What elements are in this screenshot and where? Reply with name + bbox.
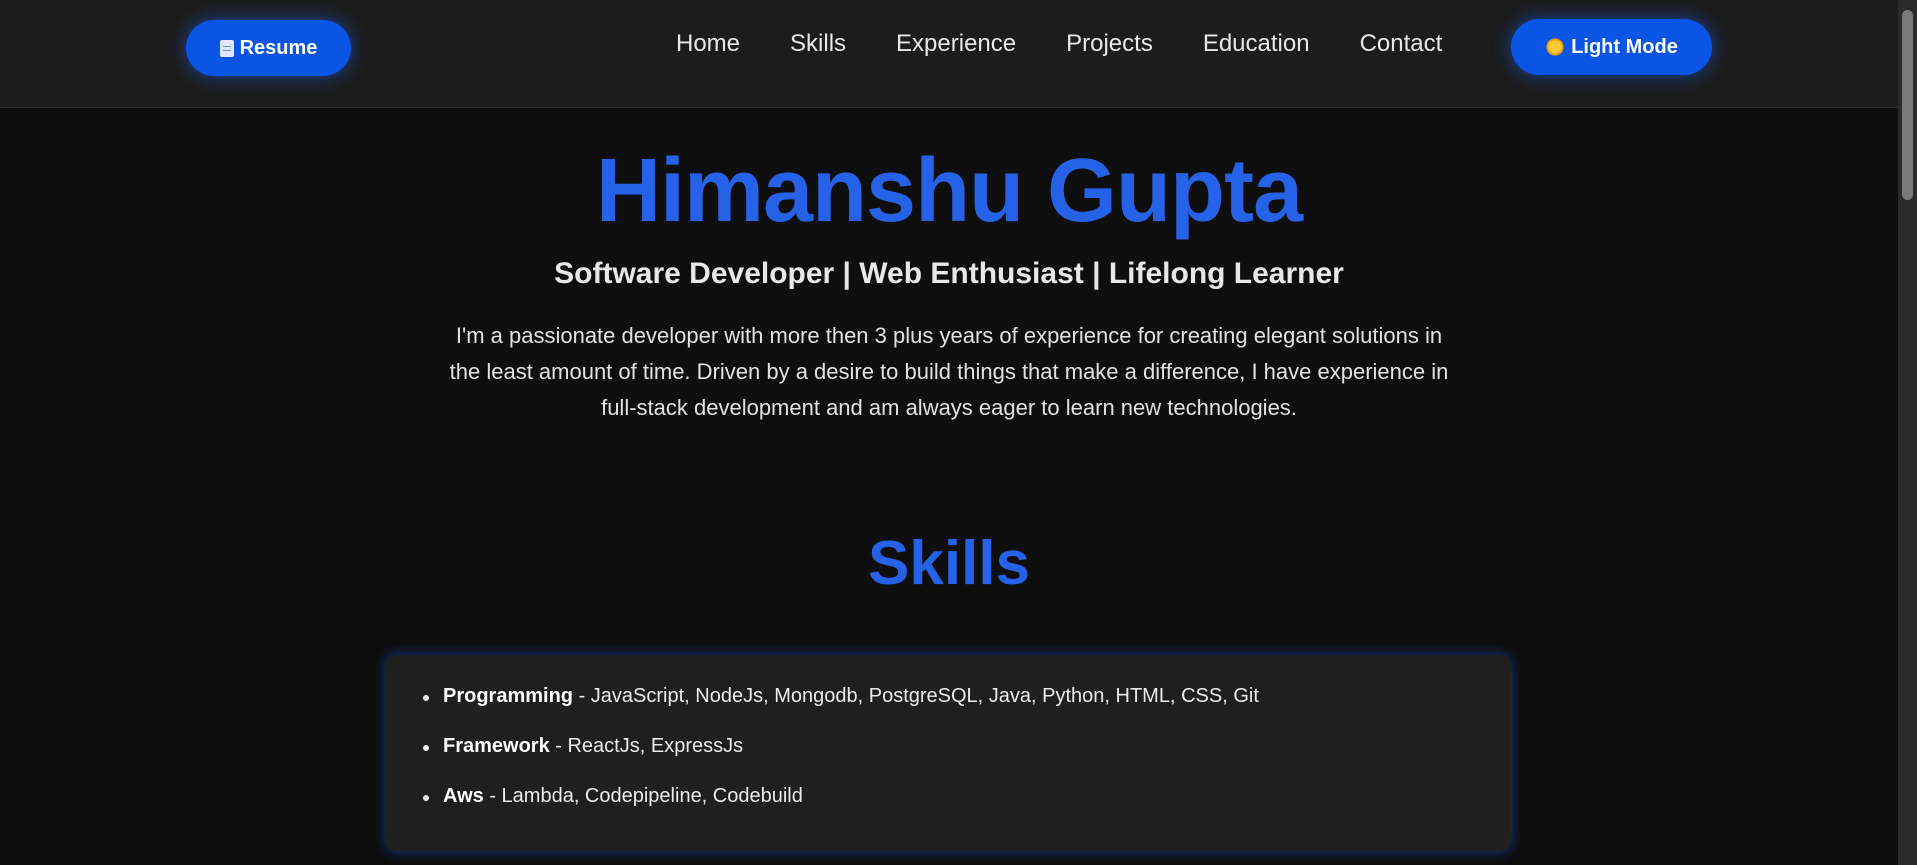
nav-link-experience[interactable]: Experience bbox=[896, 30, 1016, 58]
skill-item-programming: Programming - JavaScript, NodeJs, Mongod… bbox=[423, 685, 1481, 735]
nav-link-contact[interactable]: Contact bbox=[1360, 30, 1443, 58]
resume-button-label: Resume bbox=[239, 36, 318, 59]
nav-link-home[interactable]: Home bbox=[676, 30, 740, 58]
scrollbar-thumb[interactable] bbox=[1902, 10, 1913, 200]
skill-category: Framework bbox=[443, 735, 550, 757]
skill-item-framework: Framework - ReactJs, ExpressJs bbox=[423, 735, 1481, 785]
skill-values: - Lambda, Codepipeline, Codebuild bbox=[483, 785, 803, 807]
light-mode-button-label: Light Mode bbox=[1571, 35, 1678, 58]
skill-values: - ReactJs, ExpressJs bbox=[549, 735, 744, 757]
hero-tagline: Software Developer | Web Enthusiast | Li… bbox=[554, 257, 1344, 290]
skills-card: Programming - JavaScript, NodeJs, Mongod… bbox=[386, 655, 1511, 851]
hero-bio: I'm a passionate developer with more the… bbox=[449, 323, 1449, 420]
nav-link-projects[interactable]: Projects bbox=[1066, 30, 1153, 58]
skill-category: Programming bbox=[443, 685, 574, 707]
sun-icon bbox=[1545, 37, 1566, 57]
skill-category: Aws bbox=[443, 785, 484, 807]
resume-button[interactable]: Resume bbox=[186, 20, 351, 76]
nav-link-skills[interactable]: Skills bbox=[790, 30, 846, 58]
light-mode-button[interactable]: Light Mode bbox=[1511, 19, 1712, 75]
skill-values: - JavaScript, NodeJs, Mongodb, PostgreSQ… bbox=[573, 685, 1259, 707]
skills-list: Programming - JavaScript, NodeJs, Mongod… bbox=[423, 685, 1481, 835]
skills-title: Skills bbox=[868, 529, 1030, 598]
document-icon bbox=[219, 39, 234, 57]
nav-links: Home Skills Experience Projects Educatio… bbox=[676, 30, 1442, 58]
page-scrollbar[interactable] bbox=[1898, 0, 1917, 865]
nav-link-education[interactable]: Education bbox=[1203, 30, 1310, 58]
skill-item-aws: Aws - Lambda, Codepipeline, Codebuild bbox=[423, 785, 1481, 835]
portfolio-page: Resume Home Skills Experience Projects E… bbox=[0, 0, 1917, 865]
hero-name: Himanshu Gupta bbox=[595, 141, 1303, 241]
navbar: Resume Home Skills Experience Projects E… bbox=[0, 0, 1898, 108]
